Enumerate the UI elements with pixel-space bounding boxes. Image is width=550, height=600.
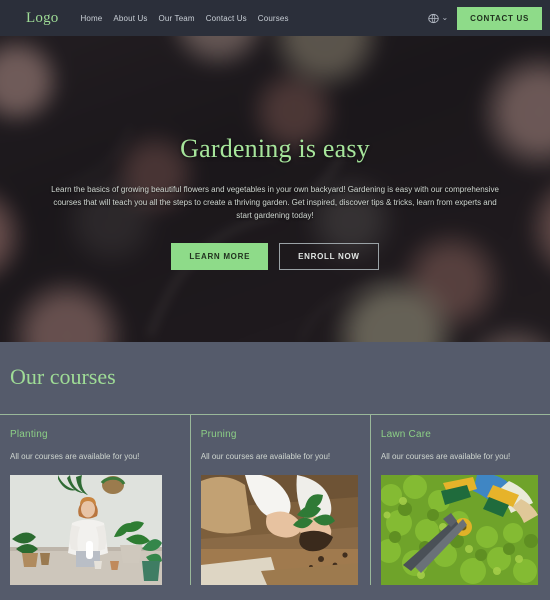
- course-description: All our courses are available for you!: [200, 452, 331, 461]
- landing-page: Logo Home About Us Our Team Contact Us C…: [0, 0, 550, 600]
- courses-heading: Our courses: [10, 364, 116, 389]
- chevron-down-icon: ⌄: [441, 13, 449, 22]
- site-header: Logo Home About Us Our Team Contact Us C…: [0, 0, 550, 36]
- language-selector[interactable]: ⌄: [428, 13, 448, 24]
- course-title: Planting: [10, 429, 48, 440]
- contact-us-button[interactable]: CONTACT US: [457, 6, 542, 30]
- nav-item-contact-us[interactable]: Contact Us: [206, 14, 247, 23]
- nav-item-courses[interactable]: Courses: [258, 14, 289, 23]
- nav-item-home[interactable]: Home: [80, 14, 102, 23]
- courses-grid: Planting All our courses are available f…: [0, 414, 550, 585]
- course-card-planting[interactable]: Planting All our courses are available f…: [10, 415, 190, 585]
- course-card-lawn-care[interactable]: Lawn Care All our courses are available …: [369, 415, 550, 585]
- hero-title: Gardening is easy: [180, 134, 370, 163]
- course-description: All our courses are available for you!: [10, 452, 140, 461]
- nav-item-our-team[interactable]: Our Team: [159, 14, 195, 23]
- nav-item-about-us[interactable]: About Us: [113, 14, 147, 23]
- courses-section: Our courses Planting All our courses are…: [0, 342, 550, 585]
- course-title: Lawn Care: [380, 429, 432, 440]
- course-image-lawn-care: [380, 475, 538, 585]
- course-image-planting: [10, 475, 162, 585]
- course-title: Pruning: [200, 429, 237, 440]
- learn-more-button[interactable]: LEARN MORE: [171, 242, 269, 270]
- main-navigation: Home About Us Our Team Contact Us Course…: [80, 14, 288, 23]
- course-card-pruning[interactable]: Pruning All our courses are available fo…: [189, 415, 370, 585]
- globe-icon: [428, 13, 440, 24]
- hero-section: Gardening is easy Learn the basics of gr…: [0, 36, 550, 342]
- enroll-now-button[interactable]: ENROLL NOW: [279, 242, 379, 270]
- hero-content: Gardening is easy Learn the basics of gr…: [0, 36, 550, 342]
- header-actions: ⌄ CONTACT US: [428, 6, 542, 30]
- hero-subtitle: Learn the basics of growing beautiful fl…: [51, 185, 499, 220]
- course-description: All our courses are available for you!: [380, 452, 511, 461]
- course-image-pruning: [200, 475, 358, 585]
- site-logo[interactable]: Logo: [26, 10, 58, 26]
- hero-actions: LEARN MORE ENROLL NOW: [171, 242, 379, 270]
